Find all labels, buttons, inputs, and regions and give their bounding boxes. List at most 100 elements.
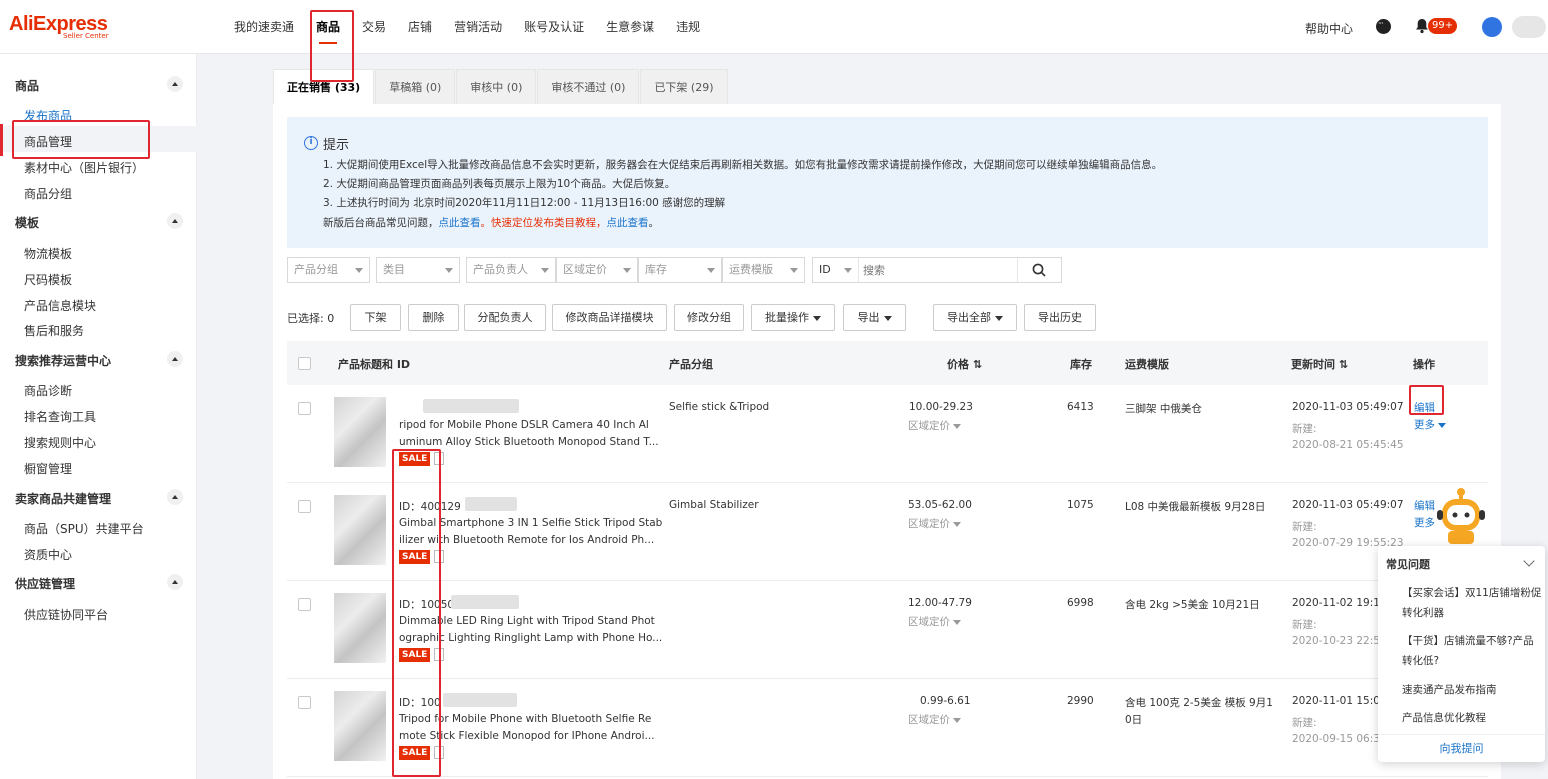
- sidebar-item-spu-platform[interactable]: 商品（SPU）共建平台: [24, 520, 144, 537]
- product-title[interactable]: ripod for Mobile Phone DSLR Camera 40 In…: [399, 419, 649, 431]
- assign-owner-button[interactable]: 分配负责人: [464, 304, 546, 331]
- sidebar-group-co-build[interactable]: 卖家商品共建管理: [15, 490, 111, 507]
- filter-stock[interactable]: 库存: [638, 257, 722, 283]
- notice-link-faq[interactable]: 点此查看: [439, 217, 481, 229]
- row-checkbox[interactable]: [298, 500, 311, 513]
- more-dropdown[interactable]: 更多: [1414, 417, 1446, 432]
- offline-button[interactable]: 下架: [350, 304, 401, 331]
- filter-shipping-template[interactable]: 运费模版: [722, 257, 805, 283]
- collapse-arrow-icon[interactable]: [167, 76, 183, 92]
- row-checkbox[interactable]: [298, 598, 311, 611]
- row-checkbox[interactable]: [298, 696, 311, 709]
- col-price[interactable]: 价格 ⇅: [947, 356, 982, 372]
- sidebar-item-qualification[interactable]: 资质中心: [24, 546, 72, 563]
- region-price-dropdown[interactable]: 区域定价: [908, 516, 961, 531]
- sidebar-group-products[interactable]: 商品: [15, 77, 39, 94]
- nav-products[interactable]: 商品: [316, 0, 340, 54]
- collapse-arrow-icon[interactable]: [167, 574, 183, 590]
- sidebar-item-after-sales[interactable]: 售后和服务: [24, 322, 84, 339]
- faq-item[interactable]: 速卖通产品发布指南: [1402, 680, 1542, 700]
- faq-item[interactable]: 产品信息优化教程: [1402, 708, 1542, 728]
- product-title[interactable]: ographic Lighting Ringlight Lamp with Ph…: [399, 632, 662, 644]
- sidebar-item-media-center[interactable]: 素材中心（图片银行）: [24, 159, 144, 176]
- filter-owner[interactable]: 产品负责人: [466, 257, 556, 283]
- sidebar-item-logistics-template[interactable]: 物流模板: [24, 245, 72, 262]
- row-checkbox[interactable]: [298, 402, 311, 415]
- sidebar-item-search-rules[interactable]: 搜索规则中心: [24, 434, 96, 451]
- store-icon[interactable]: [1482, 17, 1502, 37]
- region-price-dropdown[interactable]: 区域定价: [908, 418, 961, 433]
- region-price-dropdown[interactable]: 区域定价: [908, 712, 961, 727]
- help-center-link[interactable]: 帮助中心: [1305, 20, 1353, 37]
- collapse-arrow-icon[interactable]: [167, 213, 183, 229]
- avatar[interactable]: [1512, 16, 1546, 38]
- nav-orders[interactable]: 交易: [362, 0, 386, 54]
- collapse-chevron-icon[interactable]: [1523, 555, 1535, 567]
- nav-marketing[interactable]: 营销活动: [454, 0, 502, 54]
- product-title[interactable]: uminum Alloy Stick Bluetooth Monopod Sta…: [399, 436, 659, 448]
- tab-drafts[interactable]: 草稿箱 (0): [375, 69, 456, 104]
- assistant-robot-icon[interactable]: [1434, 486, 1488, 544]
- delete-button[interactable]: 删除: [408, 304, 459, 331]
- edit-link[interactable]: 编辑: [1414, 498, 1435, 513]
- sidebar-item-size-template[interactable]: 尺码模板: [24, 271, 72, 288]
- product-title[interactable]: Dimmable LED Ring Light with Tripod Stan…: [399, 615, 655, 627]
- tab-rejected[interactable]: 审核不通过 (0): [537, 69, 640, 104]
- edit-detail-module-button[interactable]: 修改商品详描模块: [552, 304, 667, 331]
- tab-offline[interactable]: 已下架 (29): [640, 69, 728, 104]
- edit-group-button[interactable]: 修改分组: [674, 304, 744, 331]
- chat-icon[interactable]: [1376, 19, 1391, 34]
- batch-operation-button[interactable]: 批量操作: [751, 304, 835, 331]
- export-all-button[interactable]: 导出全部: [933, 304, 1017, 331]
- nav-my-aliexpress[interactable]: 我的速卖通: [234, 0, 294, 54]
- filter-region-price[interactable]: 区域定价: [556, 257, 638, 283]
- product-thumbnail[interactable]: [334, 691, 386, 761]
- product-title[interactable]: mote Stick Flexible Monopod for IPhone A…: [399, 730, 655, 742]
- ask-me-button[interactable]: 向我提问: [1378, 734, 1545, 762]
- sidebar-item-product-manage[interactable]: 商品管理: [24, 133, 72, 150]
- tab-reviewing[interactable]: 审核中 (0): [456, 69, 537, 104]
- chevron-down-icon: [953, 619, 961, 625]
- product-thumbnail[interactable]: [334, 593, 386, 663]
- product-title[interactable]: Tripod for Mobile Phone with Bluetooth S…: [399, 713, 651, 725]
- col-updated[interactable]: 更新时间 ⇅: [1291, 356, 1348, 372]
- collapse-arrow-icon[interactable]: [167, 489, 183, 505]
- search-type-select[interactable]: ID: [813, 258, 859, 282]
- region-price-dropdown[interactable]: 区域定价: [908, 614, 961, 629]
- nav-account[interactable]: 账号及认证: [524, 0, 584, 54]
- export-button[interactable]: 导出: [843, 304, 906, 331]
- sidebar-item-ranking-tool[interactable]: 排名查询工具: [24, 408, 96, 425]
- product-thumbnail[interactable]: [334, 495, 386, 565]
- product-title[interactable]: Gimbal Smartphone 3 IN 1 Selfie Stick Tr…: [399, 517, 662, 529]
- select-all-checkbox[interactable]: [298, 357, 311, 370]
- sidebar-item-publish[interactable]: 发布商品: [24, 107, 72, 124]
- nav-store[interactable]: 店铺: [408, 0, 432, 54]
- search-input[interactable]: [863, 258, 1013, 282]
- more-dropdown[interactable]: 更多: [1414, 515, 1435, 530]
- notice-link-tutorial[interactable]: 点此查看: [607, 217, 649, 229]
- filter-category[interactable]: 类目: [376, 257, 460, 283]
- sidebar-item-product-info-module[interactable]: 产品信息模块: [24, 297, 96, 314]
- tab-on-sale[interactable]: 正在销售 (33): [273, 69, 375, 104]
- edit-link[interactable]: 编辑: [1414, 400, 1435, 415]
- collapse-arrow-icon[interactable]: [167, 351, 183, 367]
- sidebar-item-showcase[interactable]: 橱窗管理: [24, 460, 72, 477]
- annotation-mark: [0, 124, 3, 156]
- nav-violations[interactable]: 违规: [676, 0, 700, 54]
- product-thumbnail[interactable]: [334, 397, 386, 467]
- aliexpress-logo[interactable]: AliExpress Seller Center: [9, 13, 109, 40]
- sidebar-group-templates[interactable]: 模板: [15, 214, 39, 231]
- filter-product-group[interactable]: 产品分组: [287, 257, 370, 283]
- nav-business-analytics[interactable]: 生意参谋: [606, 0, 654, 54]
- faq-item[interactable]: 【买家会话】双11店铺增粉促转化利器: [1402, 583, 1542, 623]
- sidebar-item-supply-platform[interactable]: 供应链协同平台: [24, 606, 108, 623]
- sidebar-item-diagnosis[interactable]: 商品诊断: [24, 382, 72, 399]
- export-history-button[interactable]: 导出历史: [1024, 304, 1096, 331]
- search-button[interactable]: [1017, 258, 1061, 282]
- sidebar-item-product-group[interactable]: 商品分组: [24, 185, 72, 202]
- col-price-label: 价格: [947, 358, 969, 371]
- product-title[interactable]: ilizer with Bluetooth Remote for Ios And…: [399, 534, 654, 546]
- sidebar-group-search[interactable]: 搜索推荐运营中心: [15, 352, 111, 369]
- sidebar-group-supply-chain[interactable]: 供应链管理: [15, 575, 75, 592]
- faq-item[interactable]: 【干货】店铺流量不够?产品转化低?: [1402, 631, 1542, 671]
